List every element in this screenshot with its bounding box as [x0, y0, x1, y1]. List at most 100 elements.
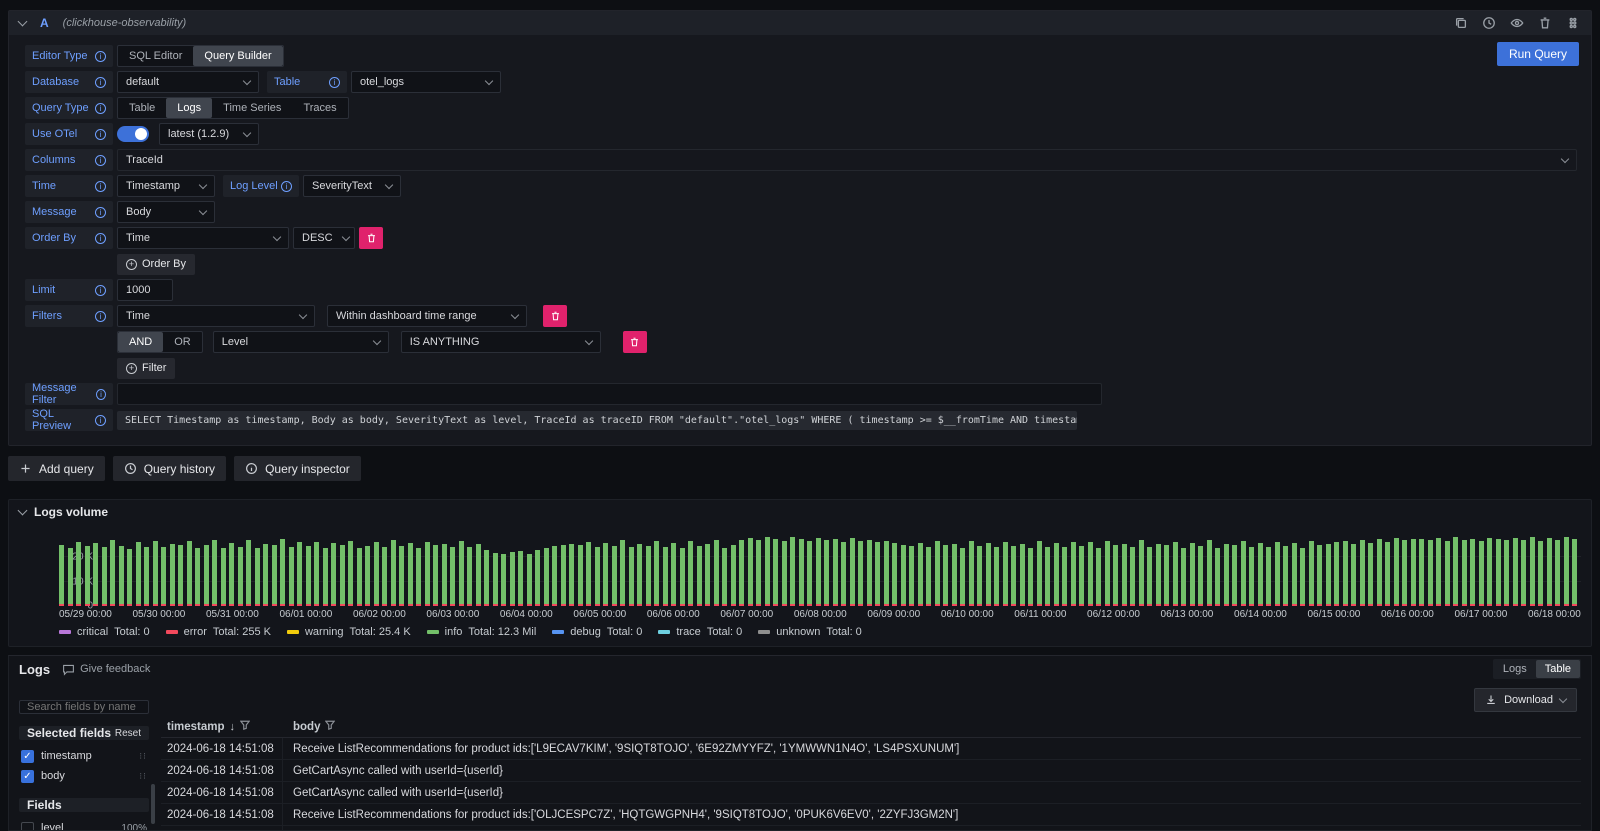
filter2-field-select[interactable]: Level	[213, 331, 389, 353]
legend-item-warning[interactable]: warningTotal: 25.4 K	[287, 626, 411, 638]
info-icon[interactable]: i	[95, 77, 106, 88]
info-icon[interactable]: i	[95, 129, 106, 140]
legend-item-info[interactable]: infoTotal: 12.3 Mil	[427, 626, 537, 638]
order-by-direction-select[interactable]: DESC	[293, 227, 355, 249]
database-select[interactable]: default	[117, 71, 259, 93]
sql-editor-option[interactable]: SQL Editor	[118, 46, 193, 66]
info-icon[interactable]: i	[95, 155, 106, 166]
query-builder-option[interactable]: Query Builder	[193, 46, 282, 66]
drag-handle-icon[interactable]: ⁝⁝	[139, 754, 147, 758]
log-row[interactable]: 2024-06-18 14:51:08Receive ListRecommend…	[161, 804, 1581, 826]
info-icon[interactable]: i	[96, 389, 106, 400]
download-button[interactable]: Download	[1474, 688, 1577, 712]
remove-filter1-button[interactable]	[543, 305, 567, 327]
info-icon[interactable]: i	[329, 77, 340, 88]
run-query-button[interactable]: Run Query	[1497, 42, 1579, 66]
volume-bar	[875, 542, 880, 606]
volume-bar	[1521, 540, 1526, 606]
info-icon[interactable]: i	[95, 311, 106, 322]
query-type-table[interactable]: Table	[118, 98, 166, 118]
log-row[interactable]: 2024-06-18 14:51:08GetCartAsync called w…	[161, 826, 1581, 830]
and-option[interactable]: AND	[118, 332, 163, 352]
collapse-chevron-icon[interactable]	[18, 506, 28, 516]
filter1-operator-select[interactable]: Within dashboard time range	[327, 305, 527, 327]
info-icon[interactable]: i	[95, 415, 106, 426]
body-column-header[interactable]: body	[283, 720, 1581, 733]
log-row[interactable]: 2024-06-18 14:51:08GetCartAsync called w…	[161, 760, 1581, 782]
add-filter-button[interactable]: +Filter	[117, 358, 175, 379]
selected-field-body[interactable]: ✓body⁝⁝	[19, 766, 149, 786]
logs-volume-header[interactable]: Logs volume	[9, 500, 1591, 524]
view-table-option[interactable]: Table	[1536, 660, 1580, 678]
filter-icon[interactable]	[240, 720, 250, 733]
field-level[interactable]: level100%	[19, 818, 149, 830]
selected-field-timestamp[interactable]: ✓timestamp⁝⁝	[19, 746, 149, 766]
log-level-select[interactable]: SeverityText	[303, 175, 401, 197]
message-filter-input[interactable]	[117, 383, 1102, 405]
legend-item-unknown[interactable]: unknownTotal: 0	[758, 626, 862, 638]
sort-desc-icon[interactable]: ↓	[230, 721, 236, 733]
plus-icon: +	[126, 259, 137, 270]
info-icon[interactable]: i	[95, 285, 106, 296]
info-icon[interactable]: i	[95, 181, 106, 192]
eye-icon[interactable]	[1509, 15, 1525, 31]
info-icon[interactable]: i	[281, 181, 292, 192]
limit-input[interactable]	[117, 279, 173, 301]
checkbox-checked[interactable]: ✓	[21, 770, 34, 783]
give-feedback-link[interactable]: Give feedback	[62, 663, 150, 676]
duplicate-icon[interactable]	[1453, 15, 1469, 31]
volume-bar	[153, 541, 158, 606]
query-inspector-button[interactable]: Query inspector	[234, 456, 361, 481]
otel-version-select[interactable]: latest (1.2.9)	[159, 123, 259, 145]
collapse-chevron-icon[interactable]	[18, 17, 28, 27]
log-row[interactable]: 2024-06-18 14:51:08Receive ListRecommend…	[161, 738, 1581, 760]
info-icon[interactable]: i	[95, 207, 106, 218]
sql-preview-row: SQL Previewi SELECT Timestamp as timesta…	[25, 409, 1577, 431]
timestamp-column-header[interactable]: timestamp ↓	[161, 720, 283, 733]
info-icon[interactable]: i	[95, 51, 106, 62]
time-column-select[interactable]: Timestamp	[117, 175, 215, 197]
filter1-field-select[interactable]: Time	[117, 305, 315, 327]
remove-order-by-button[interactable]	[359, 227, 383, 249]
legend-item-trace[interactable]: traceTotal: 0	[658, 626, 742, 638]
volume-bar	[578, 545, 583, 606]
volume-bar	[1020, 544, 1025, 606]
info-icon[interactable]: i	[95, 103, 106, 114]
search-fields-input[interactable]	[19, 700, 149, 714]
legend-item-critical[interactable]: criticalTotal: 0	[59, 626, 150, 638]
x-axis-tick: 06/02 00:00	[353, 609, 406, 620]
history-icon[interactable]	[1481, 15, 1497, 31]
or-option[interactable]: OR	[163, 332, 202, 352]
remove-filter2-button[interactable]	[623, 331, 647, 353]
use-otel-toggle[interactable]	[117, 126, 149, 142]
add-order-by-button[interactable]: +Order By	[117, 254, 195, 275]
query-history-button[interactable]: Query history	[113, 456, 226, 481]
chevron-down-icon	[372, 336, 380, 344]
table-select[interactable]: otel_logs	[351, 71, 501, 93]
query-type-time-series[interactable]: Time Series	[212, 98, 292, 118]
checkbox-unchecked[interactable]	[21, 822, 34, 831]
columns-multiselect[interactable]: TraceId	[117, 149, 1577, 171]
volume-bar	[272, 545, 277, 606]
filter2-operator-select[interactable]: IS ANYTHING	[401, 331, 601, 353]
volume-bar	[1054, 543, 1059, 606]
log-row[interactable]: 2024-06-18 14:51:08GetCartAsync called w…	[161, 782, 1581, 804]
query-type-logs[interactable]: Logs	[166, 98, 212, 118]
legend-item-error[interactable]: errorTotal: 255 K	[166, 626, 271, 638]
drag-handle-icon[interactable]	[1565, 15, 1581, 31]
checkbox-checked[interactable]: ✓	[21, 750, 34, 763]
query-type-traces[interactable]: Traces	[292, 98, 347, 118]
query-ref-id[interactable]: A	[40, 16, 49, 30]
view-logs-option[interactable]: Logs	[1494, 660, 1536, 678]
reset-button[interactable]: Reset	[115, 728, 141, 739]
legend-item-debug[interactable]: debugTotal: 0	[552, 626, 642, 638]
message-column-select[interactable]: Body	[117, 201, 215, 223]
filter-icon[interactable]	[325, 720, 335, 733]
add-query-button[interactable]: Add query	[8, 456, 105, 481]
volume-bar	[459, 541, 464, 606]
order-by-field-select[interactable]: Time	[117, 227, 289, 249]
trash-icon[interactable]	[1537, 15, 1553, 31]
sidebar-scrollbar[interactable]	[151, 784, 155, 824]
info-icon[interactable]: i	[95, 233, 106, 244]
drag-handle-icon[interactable]: ⁝⁝	[139, 774, 147, 778]
